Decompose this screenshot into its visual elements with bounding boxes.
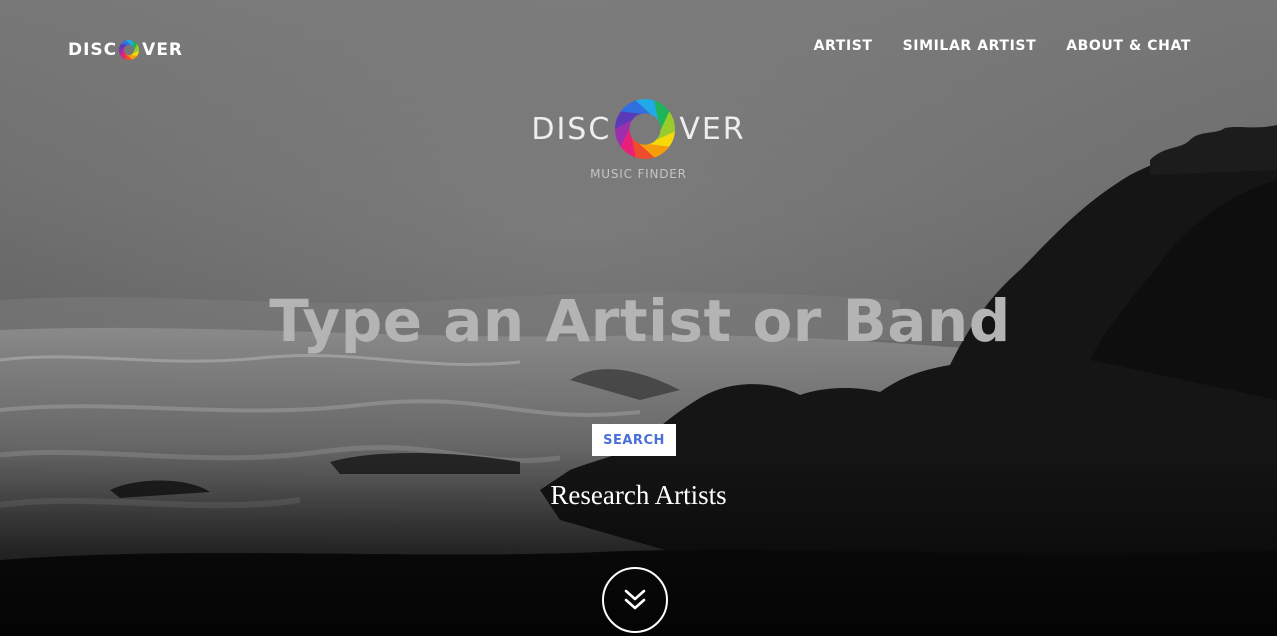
brand-text-end: VER xyxy=(142,40,184,60)
scroll-down-button[interactable] xyxy=(602,567,668,633)
hero-tagline: MUSIC FINDER xyxy=(590,167,687,181)
nav-item-about-chat[interactable]: ABOUT & CHAT xyxy=(1066,38,1191,54)
hero-subtitle: Research Artists xyxy=(550,480,727,510)
top-nav-bar: DISC VER ARTIST SIMILAR ARTIST ABOUT & C… xyxy=(0,0,1277,95)
nav-item-similar-artist[interactable]: SIMILAR ARTIST xyxy=(903,38,1037,54)
hero-logo-text-end: VER xyxy=(679,111,746,147)
color-ring-logo-icon xyxy=(615,99,676,159)
hero-logo-text-start: DISC xyxy=(531,111,612,147)
main-nav: ARTIST SIMILAR ARTIST ABOUT & CHAT xyxy=(814,38,1191,54)
brand-text-start: DISC xyxy=(68,40,118,60)
nav-item-artist[interactable]: ARTIST xyxy=(814,38,873,54)
color-ring-logo-icon xyxy=(119,40,140,60)
search-button[interactable]: SEARCH xyxy=(592,424,676,456)
hero-logo: DISC VER xyxy=(0,96,1277,162)
double-chevron-down-icon xyxy=(624,589,646,610)
artist-search-input[interactable] xyxy=(138,280,1142,362)
brand-logo-link[interactable]: DISC VER xyxy=(68,38,183,62)
hero-section: DISC VER ARTIST SIMILAR ARTIST ABOUT & C… xyxy=(0,0,1277,636)
